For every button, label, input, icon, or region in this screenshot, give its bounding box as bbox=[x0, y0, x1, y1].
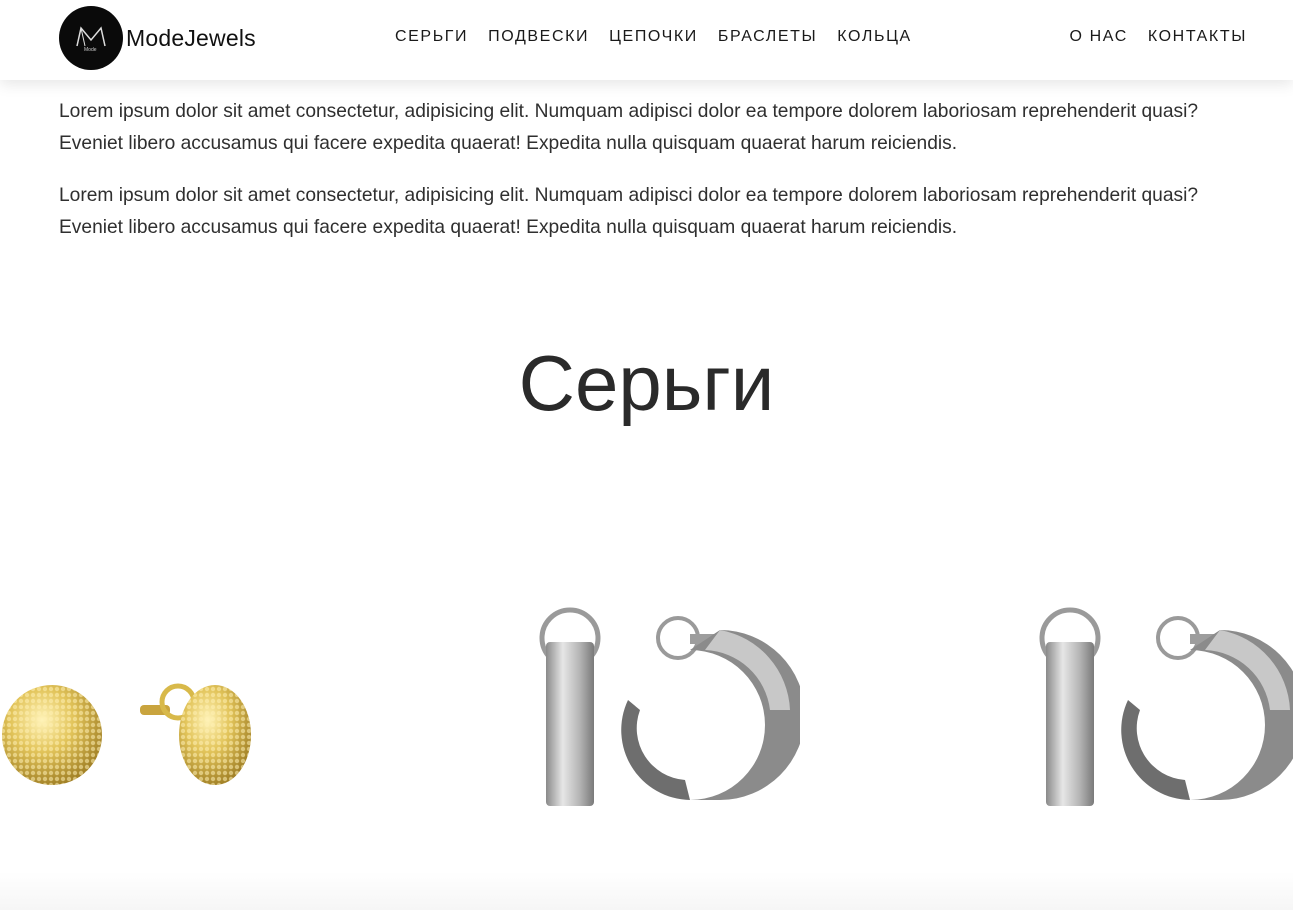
nav-about[interactable]: О НАС bbox=[1070, 28, 1128, 46]
nav-pendants[interactable]: ПОДВЕСКИ bbox=[488, 28, 589, 46]
product-card-gold-studs[interactable] bbox=[0, 590, 260, 830]
nav-chains[interactable]: ЦЕПОЧКИ bbox=[609, 28, 698, 46]
intro-text: Lorem ipsum dolor sit amet consectetur, … bbox=[59, 96, 1254, 264]
intro-paragraph: Lorem ipsum dolor sit amet consectetur, … bbox=[59, 101, 1199, 154]
logo-mark-icon: Mode bbox=[59, 6, 123, 70]
product-card-silver-hoops-2[interactable] bbox=[1030, 590, 1293, 830]
product-card-silver-hoops[interactable] bbox=[530, 590, 800, 830]
section-title: Серьги bbox=[518, 339, 775, 427]
logo-mark-text: Mode bbox=[84, 47, 97, 53]
site-header: Mode ModeJewels СЕРЬГИ ПОДВЕСКИ ЦЕПОЧКИ … bbox=[0, 0, 1293, 80]
secondary-nav: О НАС КОНТАКТЫ bbox=[1070, 28, 1247, 46]
gold-stud-earrings-image bbox=[2, 683, 251, 785]
product-shadow-strip bbox=[0, 872, 1293, 910]
nav-bracelets[interactable]: БРАСЛЕТЫ bbox=[718, 28, 817, 46]
main-nav: СЕРЬГИ ПОДВЕСКИ ЦЕПОЧКИ БРАСЛЕТЫ КОЛЬЦА bbox=[395, 28, 932, 46]
nav-earrings[interactable]: СЕРЬГИ bbox=[395, 28, 468, 46]
nav-contacts[interactable]: КОНТАКТЫ bbox=[1148, 28, 1247, 46]
brand-name: ModeJewels bbox=[126, 24, 256, 51]
nav-rings[interactable]: КОЛЬЦА bbox=[837, 28, 912, 46]
silver-hoop-earrings-image bbox=[539, 607, 800, 806]
logo[interactable]: Mode ModeJewels bbox=[59, 6, 256, 70]
silver-hoop-earrings-image bbox=[1039, 607, 1293, 806]
intro-paragraph: Lorem ipsum dolor sit amet consectetur, … bbox=[59, 185, 1199, 238]
